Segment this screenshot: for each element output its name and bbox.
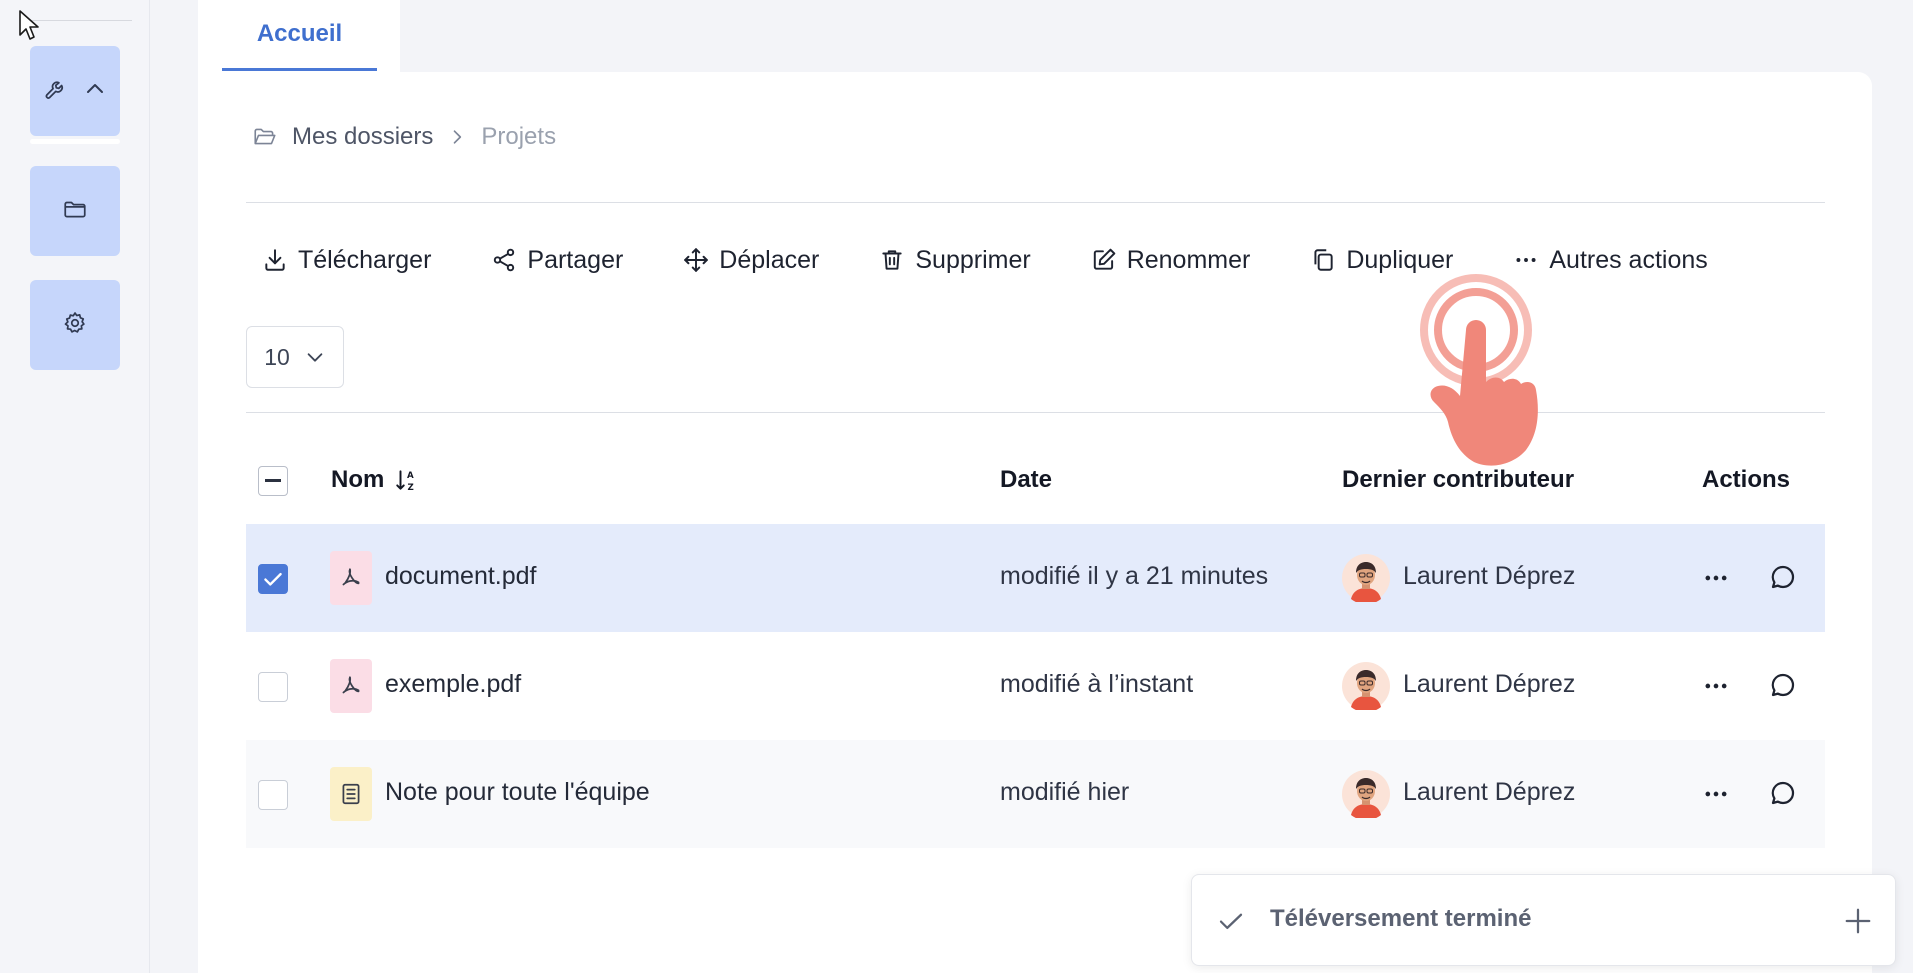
tap-hand-icon <box>1420 274 1538 466</box>
delete-button[interactable]: Supprimer <box>879 245 1031 275</box>
download-button[interactable]: Télécharger <box>262 246 431 275</box>
download-icon <box>262 247 288 273</box>
copy-icon <box>1310 247 1336 273</box>
share-icon <box>491 247 517 273</box>
chevron-right-icon <box>447 127 467 147</box>
upload-complete-toast: Téléversement terminé <box>1191 874 1896 966</box>
pdf-file-icon <box>330 551 372 605</box>
column-header-actions: Actions <box>1702 466 1791 493</box>
contributor-name: Laurent Déprez <box>1403 778 1576 806</box>
more-actions-label: Autres actions <box>1549 245 1708 274</box>
comment-icon[interactable] <box>1768 562 1798 592</box>
more-horizontal-icon[interactable] <box>1700 672 1732 700</box>
table-row[interactable]: exemple.pdf modifié à l’instant Laurent … <box>246 632 1825 740</box>
rename-label: Renommer <box>1126 245 1251 274</box>
share-button[interactable]: Partager <box>491 246 623 275</box>
more-horizontal-icon[interactable] <box>1700 780 1732 808</box>
contributor-name: Laurent Déprez <box>1403 670 1576 698</box>
trash-icon <box>879 247 905 273</box>
file-date: modifié hier <box>1000 778 1130 806</box>
sidebar-item-tools[interactable] <box>30 46 120 144</box>
row-checkbox[interactable] <box>258 780 288 810</box>
chevron-down-icon <box>304 346 326 368</box>
contributor-name: Laurent Déprez <box>1403 562 1576 590</box>
chevron-up-icon <box>83 77 107 105</box>
avatar <box>1342 554 1390 602</box>
divider <box>246 412 1825 413</box>
comment-icon[interactable] <box>1768 670 1798 700</box>
page-size-value: 10 <box>264 343 290 370</box>
pdf-file-icon <box>330 659 372 713</box>
avatar <box>1342 770 1390 818</box>
breadcrumb-root[interactable]: Mes dossiers <box>292 123 433 151</box>
share-label: Partager <box>527 245 624 274</box>
folder-icon <box>62 196 88 226</box>
toast-message: Téléversement terminé <box>1270 905 1532 932</box>
comment-icon[interactable] <box>1768 778 1798 808</box>
move-button[interactable]: Déplacer <box>683 246 819 275</box>
column-header-date[interactable]: Date <box>1000 466 1052 494</box>
edit-icon <box>1091 247 1117 273</box>
move-label: Déplacer <box>719 245 820 274</box>
svg-text:Z: Z <box>408 483 414 493</box>
column-name-label: Nom <box>331 466 385 493</box>
file-name[interactable]: Note pour toute l'équipe <box>385 778 650 807</box>
gear-icon <box>62 310 88 340</box>
wrench-icon <box>43 76 69 106</box>
file-name[interactable]: document.pdf <box>385 562 537 591</box>
open-folder-icon <box>252 124 278 150</box>
breadcrumb: Mes dossiers Projets <box>252 118 556 156</box>
row-checkbox[interactable] <box>258 564 288 594</box>
breadcrumb-current: Projets <box>481 123 557 150</box>
row-checkbox[interactable] <box>258 672 288 702</box>
rename-button[interactable]: Renommer <box>1091 245 1251 275</box>
note-file-icon <box>330 767 372 821</box>
delete-label: Supprimer <box>915 245 1031 274</box>
sidebar-item-folders[interactable] <box>30 166 120 256</box>
sidebar-divider <box>30 20 132 21</box>
page-size-select[interactable]: 10 <box>246 326 344 388</box>
sidebar-item-settings[interactable] <box>30 280 120 370</box>
mouse-pointer-icon <box>19 10 39 40</box>
file-date: modifié à l’instant <box>1000 670 1194 698</box>
column-header-contributor[interactable]: Dernier contributeur <box>1342 466 1574 494</box>
select-all-checkbox[interactable] <box>258 466 288 496</box>
table-row[interactable]: Note pour toute l'équipe modifié hier La… <box>246 740 1825 848</box>
expand-plus-icon[interactable] <box>1843 906 1873 936</box>
table-header: Nom AZ Date Dernier contributeur Actions <box>246 446 1825 516</box>
sort-ascending-icon[interactable]: AZ <box>394 467 420 493</box>
more-horizontal-icon[interactable] <box>1700 564 1732 592</box>
svg-text:A: A <box>407 471 414 481</box>
table-row[interactable]: document.pdf modifié il y a 21 minutes L… <box>246 524 1825 632</box>
sidebar <box>0 0 150 973</box>
check-icon <box>1216 906 1246 936</box>
download-label: Télécharger <box>298 245 432 274</box>
tab-accueil[interactable]: Accueil <box>222 0 377 71</box>
avatar <box>1342 662 1390 710</box>
check-icon <box>264 572 282 586</box>
divider <box>246 202 1825 203</box>
file-name[interactable]: exemple.pdf <box>385 670 521 699</box>
move-icon <box>683 247 709 273</box>
file-date: modifié il y a 21 minutes <box>1000 562 1269 590</box>
column-header-name[interactable]: Nom AZ <box>331 466 420 494</box>
